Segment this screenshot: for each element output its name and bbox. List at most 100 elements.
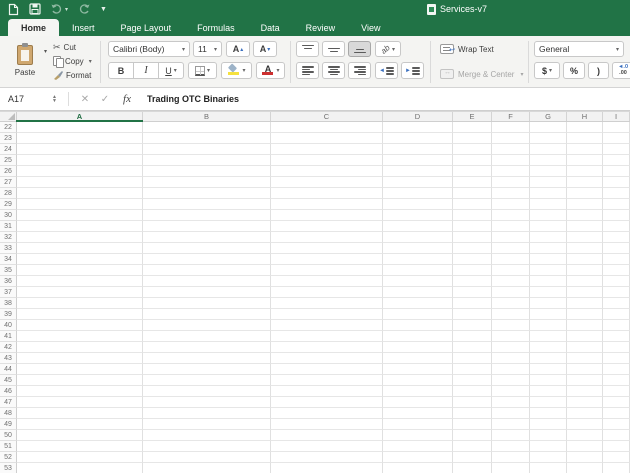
grid-cell-G47[interactable]	[530, 397, 567, 408]
grid-cell-H32[interactable]	[567, 232, 603, 243]
grid-cell-A40[interactable]	[17, 320, 143, 331]
number-format-select[interactable]: General ▾	[534, 41, 624, 57]
grid-cell-D51[interactable]	[383, 441, 453, 452]
grid-cell-B45[interactable]	[143, 375, 271, 386]
grid-cell-D33[interactable]	[383, 243, 453, 254]
align-bottom-button[interactable]	[348, 41, 371, 57]
grid-cell-F49[interactable]	[492, 419, 530, 430]
bold-button[interactable]: B	[108, 62, 134, 79]
grid-cell-E44[interactable]	[453, 364, 492, 375]
grid-cell-E43[interactable]	[453, 353, 492, 364]
grid-cell-G44[interactable]	[530, 364, 567, 375]
grid-cell-G28[interactable]	[530, 188, 567, 199]
grid-cell-F43[interactable]	[492, 353, 530, 364]
enter-icon[interactable]: ✓	[95, 94, 115, 105]
grid-cell-D26[interactable]	[383, 166, 453, 177]
grid-cell-H22[interactable]	[567, 122, 603, 133]
grid-cell-I47[interactable]	[603, 397, 630, 408]
grid-cell-G27[interactable]	[530, 177, 567, 188]
paste-button[interactable]: Paste	[8, 41, 42, 83]
grid-cell-F29[interactable]	[492, 199, 530, 210]
grid-cell-D44[interactable]	[383, 364, 453, 375]
grid-cell-F24[interactable]	[492, 144, 530, 155]
grid-cell-H40[interactable]	[567, 320, 603, 331]
grid-cell-A35[interactable]	[17, 265, 143, 276]
grid-cell-E29[interactable]	[453, 199, 492, 210]
undo-caret-icon[interactable]: ▾	[65, 6, 68, 13]
grid-cell-G43[interactable]	[530, 353, 567, 364]
grid-cell-A53[interactable]	[17, 463, 143, 473]
grid-cell-E31[interactable]	[453, 221, 492, 232]
grid-cell-D47[interactable]	[383, 397, 453, 408]
align-left-button[interactable]	[296, 62, 319, 79]
grid-cell-F46[interactable]	[492, 386, 530, 397]
grid-cell-C36[interactable]	[271, 276, 383, 287]
grid-cell-F35[interactable]	[492, 265, 530, 276]
grid-cell-C45[interactable]	[271, 375, 383, 386]
row-header-39[interactable]: 39	[0, 309, 17, 320]
grid-cell-H33[interactable]	[567, 243, 603, 254]
grid-cell-F40[interactable]	[492, 320, 530, 331]
grid-cell-A47[interactable]	[17, 397, 143, 408]
grid-cell-D42[interactable]	[383, 342, 453, 353]
grid-cell-C42[interactable]	[271, 342, 383, 353]
row-header-49[interactable]: 49	[0, 419, 17, 430]
grid-cell-C53[interactable]	[271, 463, 383, 473]
grid-cell-D30[interactable]	[383, 210, 453, 221]
grid-cell-A37[interactable]	[17, 287, 143, 298]
grid-cell-C24[interactable]	[271, 144, 383, 155]
grid-cell-E40[interactable]	[453, 320, 492, 331]
grid-cell-G33[interactable]	[530, 243, 567, 254]
grid-cell-A36[interactable]	[17, 276, 143, 287]
grid-cell-D45[interactable]	[383, 375, 453, 386]
grid-cell-G48[interactable]	[530, 408, 567, 419]
grid-cell-I39[interactable]	[603, 309, 630, 320]
borders-button[interactable]: ▾	[188, 62, 217, 79]
grid-cell-A22[interactable]	[17, 122, 143, 133]
grid-cell-C46[interactable]	[271, 386, 383, 397]
grid-cell-B30[interactable]	[143, 210, 271, 221]
grid-cell-C26[interactable]	[271, 166, 383, 177]
grid-cell-G35[interactable]	[530, 265, 567, 276]
grid-cell-I49[interactable]	[603, 419, 630, 430]
grid-cell-H25[interactable]	[567, 155, 603, 166]
grid-cell-I41[interactable]	[603, 331, 630, 342]
grid-cell-C43[interactable]	[271, 353, 383, 364]
tab-view[interactable]: View	[348, 19, 393, 36]
grid-cell-D22[interactable]	[383, 122, 453, 133]
grid-cell-D50[interactable]	[383, 430, 453, 441]
row-header-30[interactable]: 30	[0, 210, 17, 221]
comma-style-button[interactable]: )	[588, 62, 609, 79]
grid-cell-I32[interactable]	[603, 232, 630, 243]
grid-cell-I48[interactable]	[603, 408, 630, 419]
merge-center-button[interactable]: Merge & Center ▾	[440, 69, 523, 79]
grid-cell-A24[interactable]	[17, 144, 143, 155]
grid-cell-E27[interactable]	[453, 177, 492, 188]
grid-cell-H23[interactable]	[567, 133, 603, 144]
grid-cell-C23[interactable]	[271, 133, 383, 144]
grid-cell-H26[interactable]	[567, 166, 603, 177]
align-center-button[interactable]	[322, 62, 345, 79]
grid-cell-I45[interactable]	[603, 375, 630, 386]
grid-cell-C44[interactable]	[271, 364, 383, 375]
grid-cell-C52[interactable]	[271, 452, 383, 463]
insert-function-icon[interactable]: fx	[115, 93, 139, 105]
grid-cell-A50[interactable]	[17, 430, 143, 441]
grid-cell-G51[interactable]	[530, 441, 567, 452]
row-header-35[interactable]: 35	[0, 265, 17, 276]
new-document-icon[interactable]	[8, 2, 19, 16]
row-header-53[interactable]: 53	[0, 463, 17, 473]
grid-cell-I51[interactable]	[603, 441, 630, 452]
grid-cell-D37[interactable]	[383, 287, 453, 298]
name-box-stepper[interactable]: ▲ ▼	[52, 95, 62, 104]
grid-cell-B43[interactable]	[143, 353, 271, 364]
grid-cell-F44[interactable]	[492, 364, 530, 375]
orientation-caret-icon[interactable]: ▾	[392, 46, 395, 53]
grid-cell-E46[interactable]	[453, 386, 492, 397]
save-icon[interactable]	[29, 2, 41, 16]
percent-button[interactable]: %	[563, 62, 585, 79]
tab-data[interactable]: Data	[248, 19, 293, 36]
row-header-26[interactable]: 26	[0, 166, 17, 177]
grid-cell-H49[interactable]	[567, 419, 603, 430]
grid-cell-A51[interactable]	[17, 441, 143, 452]
